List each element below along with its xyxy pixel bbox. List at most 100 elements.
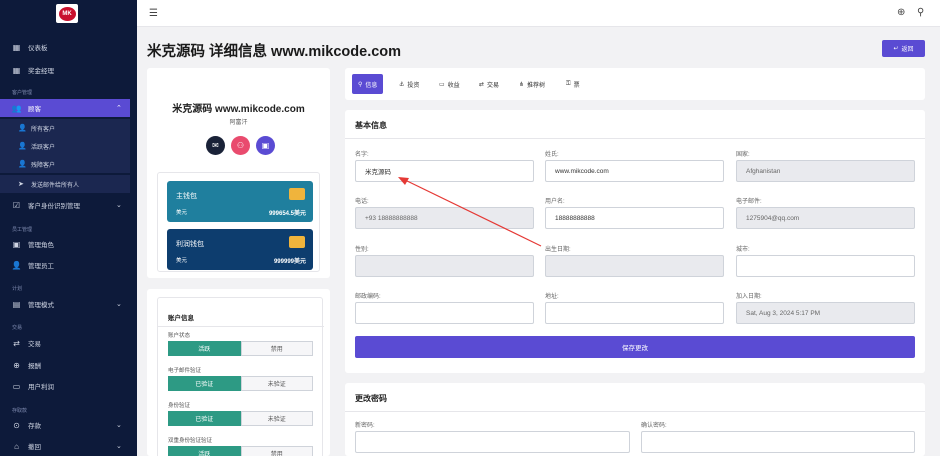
birthday-field[interactable] — [545, 255, 724, 277]
transaction-icon: ⇄ — [13, 338, 20, 348]
email-label: 电子邮件: — [736, 199, 762, 205]
joined-field[interactable]: Sat, Aug 3, 2024 5:17 PM — [736, 302, 915, 324]
gender-select[interactable] — [355, 255, 534, 277]
sidebar-item-rewards[interactable]: ⊕ 报酬 — [0, 356, 137, 374]
country-label: 国家: — [736, 152, 750, 158]
tab-earnings[interactable]: ▭ 收益 — [433, 74, 466, 94]
sidebar-item-profit[interactable]: ▭ 用户利润 — [0, 377, 137, 395]
postal-field[interactable] — [355, 302, 534, 324]
tab-investment[interactable]: ⚓ 投资 — [393, 74, 425, 94]
tab-label: 投资 — [407, 82, 420, 89]
tab-referral-tree[interactable]: ⋔ 推荐树 — [513, 74, 551, 94]
account-status-label: 账户状态 — [168, 333, 191, 339]
wallet-currency: 美元 — [176, 258, 188, 264]
user-login-icon[interactable]: ⚇ — [231, 136, 250, 155]
tab-label: 信息 — [365, 82, 378, 89]
sidebar-subitem-send-email[interactable]: ➤ 发送邮件给所有人 — [0, 175, 130, 193]
toggle-option[interactable]: 禁用 — [240, 341, 313, 356]
wallet-balance: 999999美元 — [273, 259, 306, 265]
sidebar-item-customers[interactable]: 👥 顾客 ⌃ — [0, 99, 130, 117]
section-label: 存取款 — [12, 408, 28, 414]
sidebar-item-deposit[interactable]: ⊙ 存款 ⌄ — [0, 416, 137, 434]
country-field[interactable]: Afghanistan — [736, 160, 915, 182]
username-field[interactable]: 18888888888 — [545, 207, 724, 229]
sidebar-item-kyc[interactable]: ☑ 客户身份识别管理 ⌄ — [0, 196, 137, 214]
toggle-option[interactable]: 未验证 — [240, 376, 313, 391]
change-password-card: 更改密码 新密码: 确认密码: — [345, 383, 925, 456]
toggle-option[interactable]: 已验证 — [168, 411, 241, 426]
sidebar-item-label: 仪表板 — [28, 45, 48, 52]
return-label: 返回 — [901, 47, 914, 53]
tab-tickets[interactable]: ⚿ 票 — [560, 74, 586, 94]
phone-label: 电话: — [355, 199, 369, 205]
sidebar-item-roles[interactable]: ▣ 管理角色 — [0, 235, 137, 253]
user-check-icon: 👤 — [18, 143, 27, 150]
section-label: 员工管理 — [12, 227, 33, 233]
sidebar-item-label: 发送邮件给所有人 — [31, 182, 80, 189]
new-password-field[interactable] — [355, 431, 630, 453]
account-status-toggle: 活跃 禁用 — [168, 341, 313, 356]
main-wallet-card: 主钱包 美元 999654.5美元 — [167, 181, 313, 222]
sidebar-subitem-disabled-customers[interactable]: 👤 残障客户 — [0, 155, 130, 173]
profile-country: 阿富汗 — [229, 120, 248, 126]
address-label: 地址: — [545, 294, 559, 300]
first-name-label: 名字: — [355, 152, 369, 158]
id-verify-label: 身份验证 — [168, 403, 191, 409]
ticket-icon: ⚿ — [566, 80, 571, 87]
toggle-option[interactable]: 活跃 — [168, 341, 241, 356]
sidebar-item-withdraw[interactable]: ⌂ 撤回 ⌄ — [0, 437, 137, 455]
globe-icon[interactable]: ⊕ — [897, 7, 905, 18]
wallet-icon[interactable]: ▣ — [256, 136, 275, 155]
user-icon[interactable]: ⚲ — [917, 7, 924, 18]
phone-field[interactable]: +93 18888888888 — [355, 207, 534, 229]
toggle-option[interactable]: 未验证 — [240, 411, 313, 426]
sidebar-item-label: 残障客户 — [31, 162, 56, 169]
return-button[interactable]: ↵ 返回 — [882, 40, 925, 57]
toggle-option[interactable]: 已验证 — [168, 376, 241, 391]
sidebar-item-bonus[interactable]: ▦ 奖金经理 — [0, 61, 137, 79]
wallet-name: 利润钱包 — [176, 241, 204, 248]
sidebar: MK ▦ 仪表板 ▦ 奖金经理 客户管理 👥 顾客 ⌃ 👤 所有客户 👤 活跃客… — [0, 0, 137, 456]
address-field[interactable] — [545, 302, 724, 324]
card-title: 更改密码 — [355, 394, 387, 403]
wallet-balance: 999654.5美元 — [268, 211, 306, 217]
sidebar-item-dashboard[interactable]: ▦ 仪表板 — [0, 38, 137, 56]
tree-icon: ⋔ — [519, 81, 525, 88]
sidebar-subitem-active-customers[interactable]: 👤 活跃客户 — [0, 137, 130, 155]
save-changes-button[interactable]: 保存更改 — [355, 336, 915, 358]
sidebar-item-label: 交易 — [28, 341, 41, 348]
menu-icon[interactable]: ☰ — [149, 8, 158, 19]
toggle-option[interactable]: 活跃 — [168, 446, 241, 456]
tab-label: 票 — [573, 82, 580, 89]
email-field[interactable]: 1275904@qq.com — [736, 207, 915, 229]
sidebar-item-staff[interactable]: 👤 管理员工 — [0, 256, 137, 274]
sidebar-item-label: 管理模式 — [28, 302, 54, 309]
sidebar-subitem-all-customers[interactable]: 👤 所有客户 — [0, 119, 130, 137]
sidebar-item-label: 报酬 — [28, 363, 41, 370]
role-icon: ▣ — [12, 239, 21, 249]
confirm-password-field[interactable] — [641, 431, 915, 453]
first-name-field[interactable]: 米克源码 — [355, 160, 534, 182]
tab-info[interactable]: ⚲ 信息 — [352, 74, 384, 94]
card-chip-icon — [289, 188, 305, 200]
section-label: 客户管理 — [12, 90, 33, 96]
return-icon: ↵ — [893, 46, 899, 52]
toggle-option[interactable]: 禁用 — [240, 446, 313, 456]
sidebar-item-transactions[interactable]: ⇄ 交易 — [0, 334, 137, 352]
staff-icon: 👤 — [11, 260, 22, 270]
2fa-label: 双重身份验证验证 — [168, 438, 213, 444]
sidebar-item-label: 客户身份识别管理 — [28, 203, 80, 210]
app-logo[interactable]: MK — [56, 4, 78, 23]
profile-name: 米克源码 www.mikcode.com — [172, 104, 305, 115]
last-name-label: 姓氏: — [545, 152, 559, 158]
tab-transactions[interactable]: ⇄ 交易 — [473, 74, 505, 94]
mail-icon[interactable]: ✉ — [206, 136, 225, 155]
chevron-down-icon: ⌄ — [116, 301, 122, 308]
checkbox-icon: ☑ — [12, 200, 21, 210]
sidebar-item-label: 管理员工 — [28, 263, 54, 270]
wallet-name: 主钱包 — [176, 193, 197, 200]
last-name-field[interactable]: www.mikcode.com — [545, 160, 724, 182]
city-field[interactable] — [736, 255, 915, 277]
sidebar-item-label: 奖金经理 — [28, 68, 54, 75]
sidebar-item-plan[interactable]: ▤ 管理模式 ⌄ — [0, 295, 137, 313]
